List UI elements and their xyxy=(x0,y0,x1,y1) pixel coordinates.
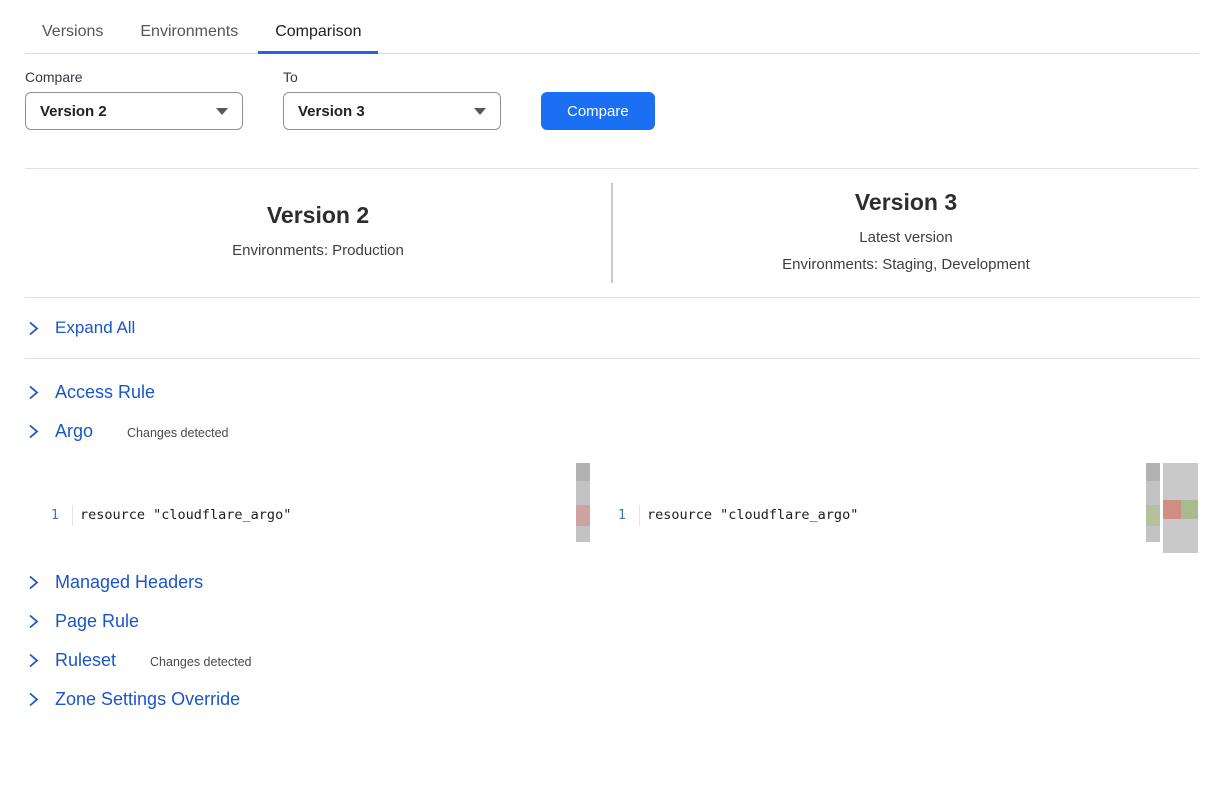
expand-all-label: Expand All xyxy=(55,318,135,338)
scrollbar-thumb[interactable] xyxy=(576,463,590,481)
to-label: To xyxy=(283,69,501,85)
caret-down-icon xyxy=(474,108,486,115)
diff-pane-left[interactable]: 1 resource "cloudflare_argo" "terraform_… xyxy=(25,463,590,549)
section-ruleset[interactable]: Ruleset Changes detected xyxy=(25,641,1199,680)
left-version-title: Version 2 xyxy=(25,202,611,229)
changes-detected-badge: Changes detected xyxy=(150,652,251,669)
section-label: Argo xyxy=(55,421,93,442)
chevron-right-icon xyxy=(28,321,39,336)
version-header-right: Version 3 Latest version Environments: S… xyxy=(613,189,1199,278)
tab-environments[interactable]: Environments xyxy=(123,15,255,53)
scrollbar-thumb[interactable] xyxy=(1146,463,1160,481)
section-access-rule[interactable]: Access Rule xyxy=(25,373,1199,412)
right-pane-scrollbar[interactable] xyxy=(1146,463,1160,542)
diff-minimap[interactable] xyxy=(1163,463,1198,553)
diff-pane-right[interactable]: 1 resource "cloudflare_argo" "terraform_… xyxy=(592,463,1160,549)
minimap-removed-mark xyxy=(1163,500,1181,519)
diff-line: 1 resource "cloudflare_argo" xyxy=(25,505,590,526)
chevron-right-icon xyxy=(28,424,39,439)
scrollbar-added-band xyxy=(1146,505,1160,526)
section-label: Page Rule xyxy=(55,611,139,632)
section-page-rule[interactable]: Page Rule xyxy=(25,602,1199,641)
compare-form: Compare Version 2 To Version 3 Compare xyxy=(25,69,1199,130)
chevron-right-icon xyxy=(28,692,39,707)
right-version-environments: Environments: Staging, Development xyxy=(613,251,1199,278)
expand-all-button[interactable]: Expand All xyxy=(25,298,1199,358)
compare-label: Compare xyxy=(25,69,243,85)
compare-field: Compare Version 2 xyxy=(25,69,243,130)
right-version-latest: Latest version xyxy=(613,224,1199,251)
comparison-page: Versions Environments Comparison Compare… xyxy=(0,0,1224,719)
chevron-right-icon xyxy=(28,575,39,590)
to-field: To Version 3 xyxy=(283,69,501,130)
to-version-select[interactable]: Version 3 xyxy=(283,92,501,130)
section-managed-headers[interactable]: Managed Headers xyxy=(25,563,1199,602)
compare-version-value: Version 2 xyxy=(40,103,107,120)
version-header-left: Version 2 Environments: Production xyxy=(25,202,611,264)
section-zone-settings-override[interactable]: Zone Settings Override xyxy=(25,680,1199,719)
diff-line: 1 resource "cloudflare_argo" xyxy=(592,505,1160,526)
section-argo[interactable]: Argo Changes detected xyxy=(25,412,1199,451)
to-version-value: Version 3 xyxy=(298,103,365,120)
tab-versions[interactable]: Versions xyxy=(25,15,120,53)
divider xyxy=(25,358,1199,359)
argo-diff: 1 resource "cloudflare_argo" "terraform_… xyxy=(25,463,1199,553)
version-headers: Version 2 Environments: Production Versi… xyxy=(25,169,1199,297)
tab-bar: Versions Environments Comparison xyxy=(25,0,1199,54)
tab-comparison[interactable]: Comparison xyxy=(258,15,378,54)
line-number: 1 xyxy=(592,505,626,526)
diff-marker xyxy=(626,505,639,526)
line-number: 1 xyxy=(25,505,59,526)
left-pane-scrollbar[interactable] xyxy=(576,463,590,542)
right-version-title: Version 3 xyxy=(613,189,1199,216)
sections-list: Access Rule Argo Changes detected 1 reso… xyxy=(25,373,1199,719)
code-text: resource "cloudflare_argo" xyxy=(639,505,1160,526)
caret-down-icon xyxy=(216,108,228,115)
code-text: resource "cloudflare_argo" xyxy=(72,505,590,526)
section-label: Zone Settings Override xyxy=(55,689,240,710)
compare-version-select[interactable]: Version 2 xyxy=(25,92,243,130)
chevron-right-icon xyxy=(28,614,39,629)
section-label: Ruleset xyxy=(55,650,116,671)
changes-detected-badge: Changes detected xyxy=(127,423,228,440)
section-label: Managed Headers xyxy=(55,572,203,593)
chevron-right-icon xyxy=(28,385,39,400)
compare-button[interactable]: Compare xyxy=(541,92,655,130)
diff-marker xyxy=(59,505,72,526)
left-version-environments: Environments: Production xyxy=(25,237,611,264)
minimap-added-mark xyxy=(1181,500,1199,519)
chevron-right-icon xyxy=(28,653,39,668)
scrollbar-removed-band xyxy=(576,505,590,526)
section-label: Access Rule xyxy=(55,382,155,403)
